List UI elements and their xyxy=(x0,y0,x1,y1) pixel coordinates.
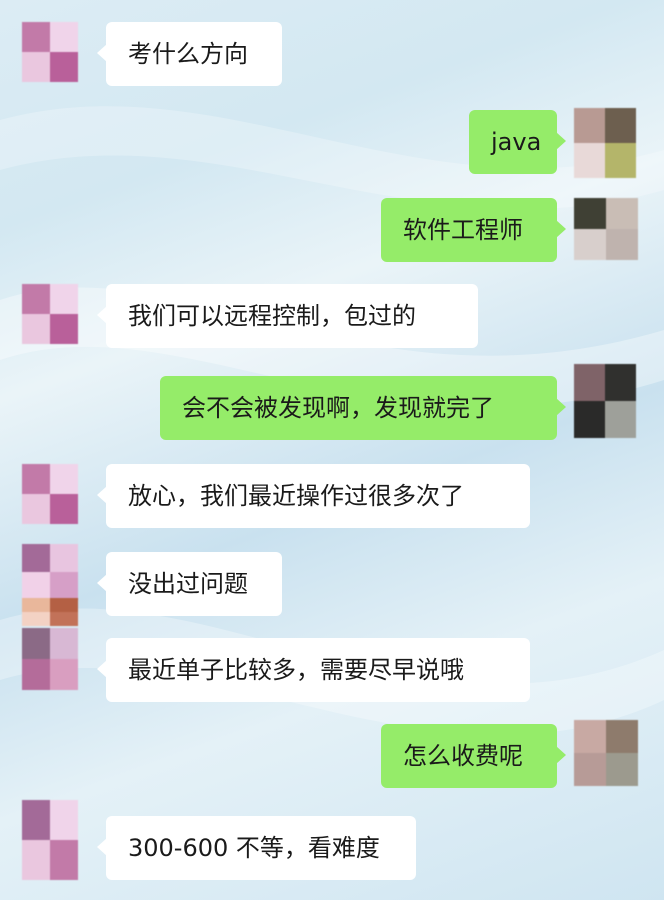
message-text: 没出过问题 xyxy=(128,570,248,598)
message-bubble-incoming[interactable]: 300-600 不等，看难度 xyxy=(97,816,416,880)
message-text: 300-600 不等，看难度 xyxy=(128,834,380,862)
message-bubble-incoming[interactable]: 最近单子比较多，需要尽早说哦 xyxy=(97,638,530,702)
message-text: 软件工程师 xyxy=(403,216,523,244)
message-bubble-incoming[interactable]: 没出过问题 xyxy=(97,552,282,616)
message-bubble-incoming[interactable]: 我们可以远程控制，包过的 xyxy=(97,284,478,348)
message-text: 怎么收费呢 xyxy=(403,742,523,770)
message-text: 考什么方向 xyxy=(128,40,248,68)
message-text: 会不会被发现啊，发现就完了 xyxy=(182,394,494,422)
contact-avatar[interactable] xyxy=(22,22,78,82)
contact-avatar[interactable] xyxy=(22,800,78,880)
contact-avatar[interactable] xyxy=(22,628,78,690)
contact-avatar[interactable] xyxy=(22,598,78,626)
user-avatar[interactable] xyxy=(574,364,636,438)
message-bubble-outgoing[interactable]: java xyxy=(469,110,566,174)
user-avatar[interactable] xyxy=(574,198,638,260)
message-bubble-outgoing[interactable]: 软件工程师 xyxy=(381,198,566,262)
message-bubble-incoming[interactable]: 放心，我们最近操作过很多次了 xyxy=(97,464,530,528)
message-bubble-incoming[interactable]: 考什么方向 xyxy=(97,22,282,86)
user-avatar[interactable] xyxy=(574,108,636,178)
message-text: 我们可以远程控制，包过的 xyxy=(128,302,416,330)
contact-avatar[interactable] xyxy=(22,284,78,344)
message-bubble-outgoing[interactable]: 怎么收费呢 xyxy=(381,724,566,788)
contact-avatar[interactable] xyxy=(22,464,78,524)
message-text: 最近单子比较多，需要尽早说哦 xyxy=(128,656,464,684)
message-bubble-outgoing[interactable]: 会不会被发现啊，发现就完了 xyxy=(160,376,566,440)
message-text: java xyxy=(491,128,542,156)
contact-avatar[interactable] xyxy=(22,544,78,600)
user-avatar[interactable] xyxy=(574,720,638,786)
message-text: 放心，我们最近操作过很多次了 xyxy=(128,482,464,510)
